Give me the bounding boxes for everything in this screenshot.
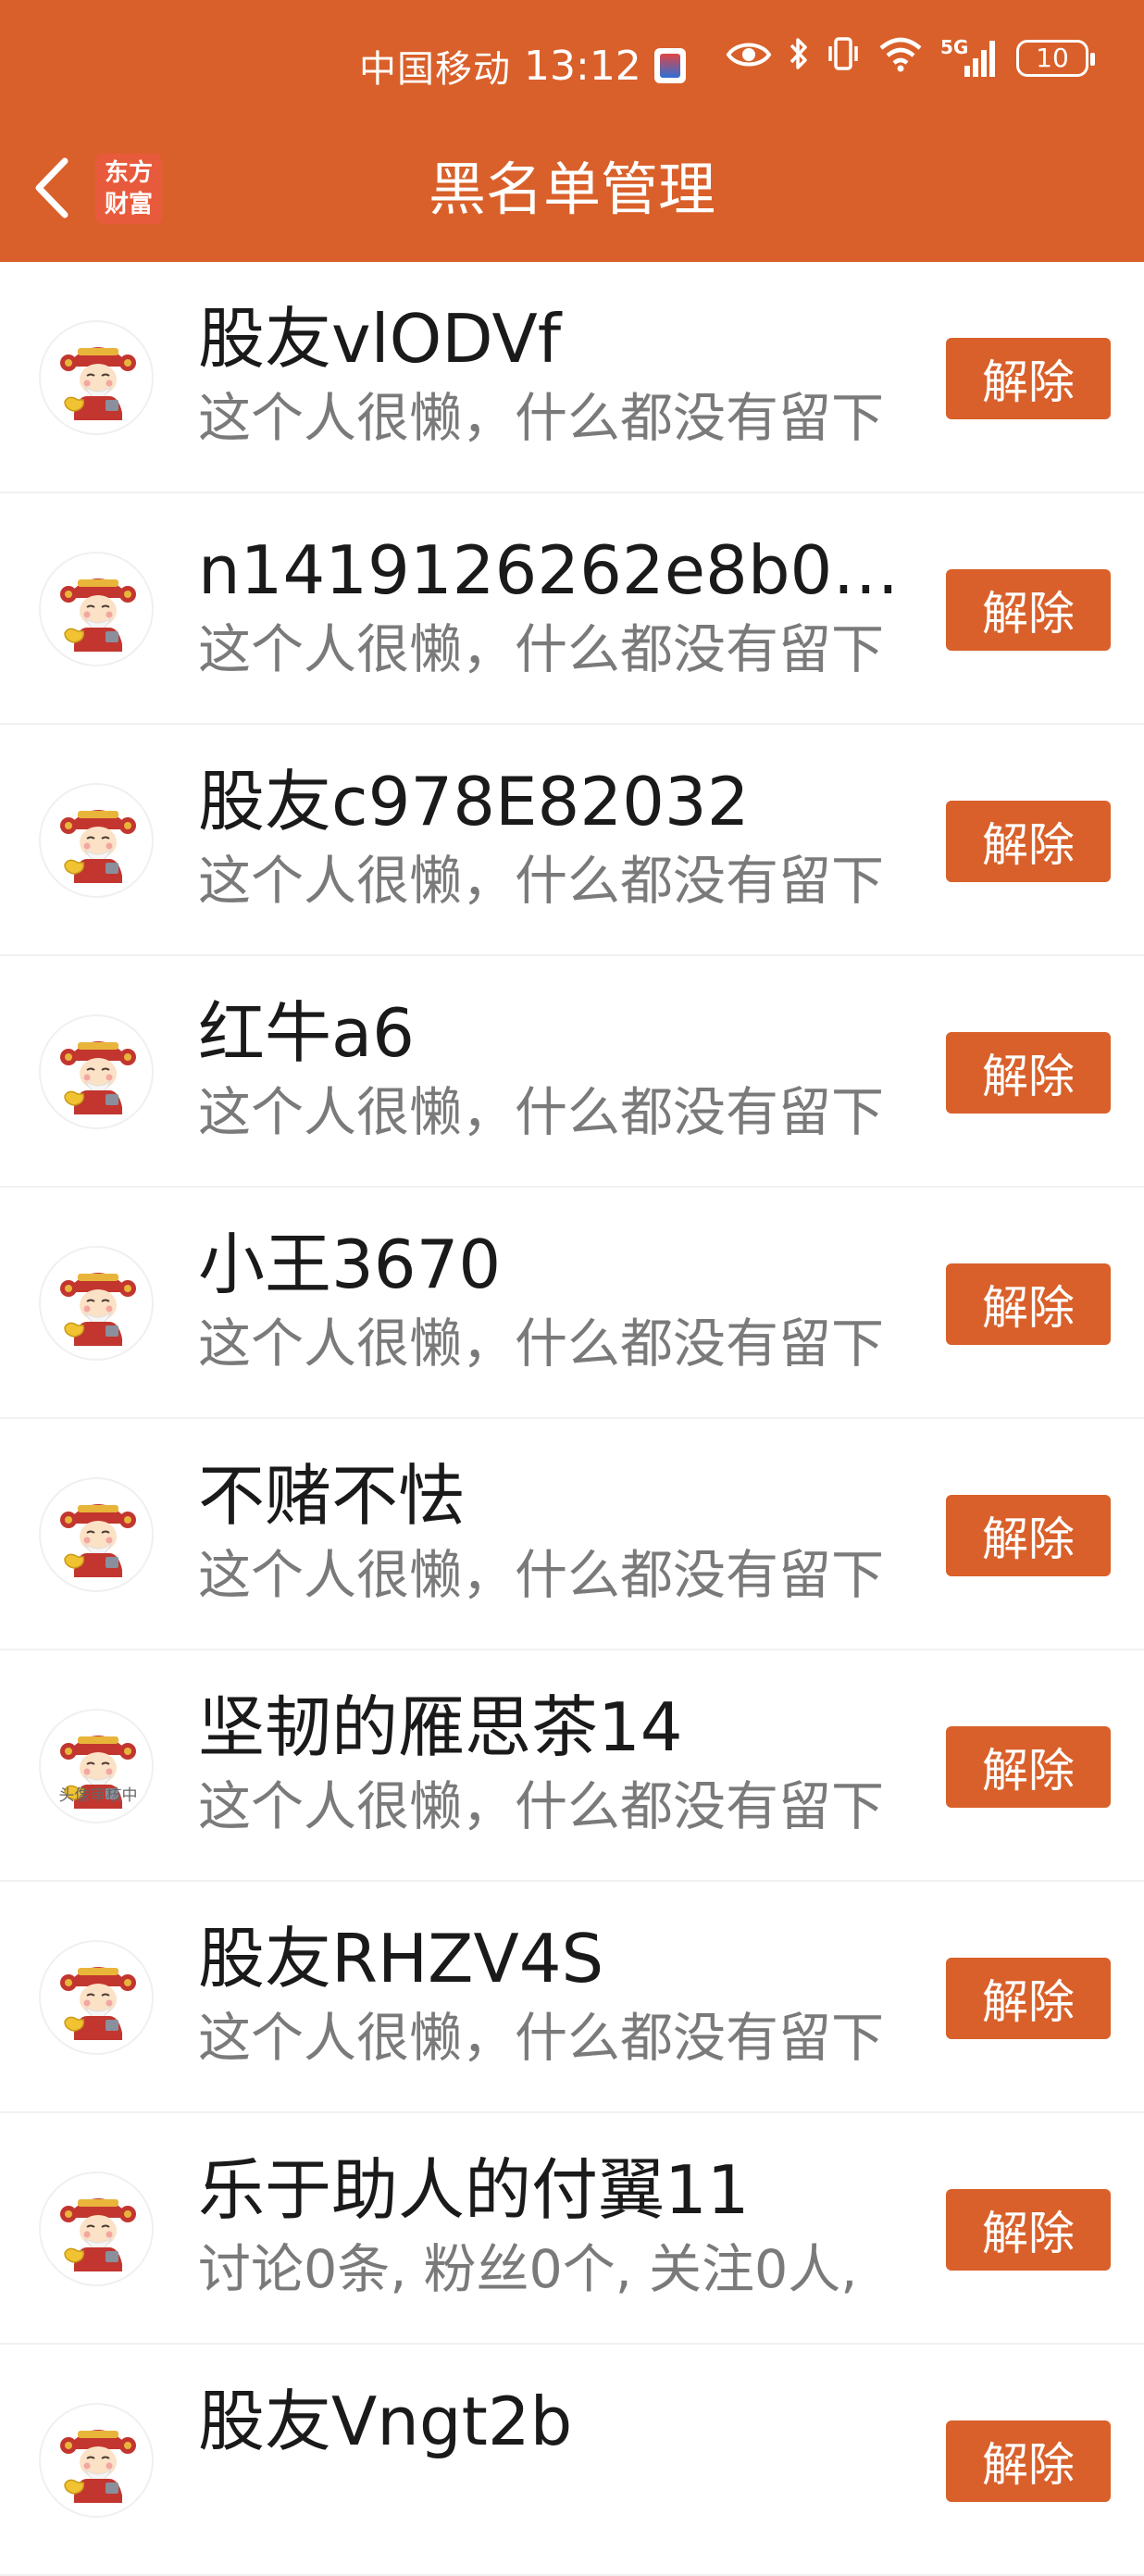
- user-description: 这个人很懒，什么都没有留下: [198, 388, 884, 449]
- logo-text-top: 东方: [104, 159, 153, 187]
- list-item[interactable]: 乐于助人的付翼11 讨论0条, 粉丝0个, 关注0人, 解除: [0, 2113, 1144, 2345]
- list-item[interactable]: 不赌不怯 这个人很懒，什么都没有留下 解除: [0, 1419, 1144, 1650]
- unblock-button[interactable]: 解除: [946, 1495, 1111, 1576]
- user-name[interactable]: 小王3670: [198, 1223, 920, 1306]
- avatar[interactable]: [39, 1940, 154, 2055]
- avatar[interactable]: [39, 2172, 154, 2286]
- user-description: 这个人很懒，什么都没有留下: [198, 1082, 884, 1143]
- wifi-icon: [877, 35, 924, 81]
- user-name[interactable]: 股友Vngt2b: [198, 2380, 920, 2463]
- carrier-label: 中国移动: [359, 48, 511, 91]
- unblock-button[interactable]: 解除: [946, 338, 1111, 419]
- unblock-button[interactable]: 解除: [946, 1032, 1111, 1114]
- user-description: 这个人很懒，什么都没有留下: [198, 851, 884, 912]
- battery-icon: 10: [1016, 40, 1095, 77]
- user-name[interactable]: 股友RHZV4S: [198, 1917, 920, 2000]
- unblock-button[interactable]: 解除: [946, 569, 1111, 651]
- app-header: 中国移动 13:12 5G 10 东方 财富 黑名单管理: [0, 0, 1144, 262]
- bluetooth-icon: [789, 35, 809, 81]
- user-description: 讨论0条, 粉丝0个, 关注0人,: [198, 2239, 858, 2300]
- list-item[interactable]: 小王3670 这个人很懒，什么都没有留下 解除: [0, 1188, 1144, 1419]
- signal-icon: 5G: [940, 36, 1000, 79]
- clock: 13:12: [524, 42, 641, 90]
- avatar[interactable]: [39, 1477, 154, 1592]
- avatar[interactable]: [39, 2403, 154, 2518]
- unblock-button[interactable]: 解除: [946, 1263, 1111, 1345]
- unblock-button[interactable]: 解除: [946, 2420, 1111, 2502]
- app-notification-icon: [653, 48, 686, 83]
- status-right: 5G 10: [726, 35, 1095, 81]
- user-name[interactable]: 股友c978E82032: [198, 760, 920, 843]
- user-description: 这个人很懒，什么都没有留下: [198, 619, 884, 680]
- unblock-button[interactable]: 解除: [946, 2189, 1111, 2271]
- user-name[interactable]: 股友vlODVf: [198, 297, 920, 380]
- user-description: 这个人很懒，什么都没有留下: [198, 1776, 884, 1837]
- user-name[interactable]: 红牛a6: [198, 991, 920, 1075]
- list-item[interactable]: 头像审核中 坚韧的雁思茶14 这个人很懒，什么都没有留下 解除: [0, 1650, 1144, 1882]
- user-name[interactable]: 乐于助人的付翼11: [198, 2148, 920, 2232]
- unblock-button[interactable]: 解除: [946, 801, 1111, 882]
- logo-text-bottom: 财富: [104, 191, 153, 218]
- unblock-button[interactable]: 解除: [946, 1958, 1111, 2039]
- list-item[interactable]: 股友RHZV4S 这个人很懒，什么都没有留下 解除: [0, 1882, 1144, 2113]
- back-button[interactable]: [24, 156, 80, 224]
- network-type-label: 5G: [940, 36, 969, 58]
- chevron-left-icon: [33, 157, 70, 222]
- user-description: 这个人很懒，什么都没有留下: [198, 1313, 884, 1375]
- avatar[interactable]: 头像审核中: [39, 1709, 154, 1823]
- avatar[interactable]: [39, 320, 154, 435]
- status-left: 中国移动 13:12: [359, 39, 686, 93]
- page-title: 黑名单管理: [428, 156, 715, 223]
- avatar[interactable]: [39, 783, 154, 898]
- list-item[interactable]: 红牛a6 这个人很懒，什么都没有留下 解除: [0, 956, 1144, 1188]
- avatar[interactable]: [39, 552, 154, 666]
- vibrate-icon: [826, 35, 861, 81]
- list-item[interactable]: 股友vlODVf 这个人很懒，什么都没有留下 解除: [0, 262, 1144, 493]
- user-name[interactable]: 不赌不怯: [198, 1454, 920, 1537]
- unblock-button[interactable]: 解除: [946, 1726, 1111, 1808]
- user-description: 这个人很懒，什么都没有留下: [198, 2008, 884, 2069]
- list-item[interactable]: 股友Vngt2b 解除: [0, 2345, 1144, 2576]
- list-item[interactable]: n1419126262e8b0f04… 这个人很懒，什么都没有留下 解除: [0, 493, 1144, 725]
- status-bar: 中国移动 13:12 5G 10: [0, 28, 1144, 102]
- user-name[interactable]: n1419126262e8b0f04…: [198, 529, 920, 612]
- avatar[interactable]: [39, 1246, 154, 1361]
- user-description: 这个人很懒，什么都没有留下: [198, 1545, 884, 1606]
- user-name[interactable]: 坚韧的雁思茶14: [198, 1686, 920, 1769]
- nav-bar: 东方 财富 黑名单管理: [0, 139, 1144, 241]
- list-item[interactable]: 股友c978E82032 这个人很懒，什么都没有留下 解除: [0, 725, 1144, 956]
- app-logo[interactable]: 东方 财富: [95, 154, 162, 224]
- blacklist: 股友vlODVf 这个人很懒，什么都没有留下 解除 n1419126262e8b…: [0, 262, 1144, 2576]
- avatar[interactable]: [39, 1014, 154, 1129]
- eye-icon: [726, 37, 772, 80]
- avatar-review-tag: 头像审核中: [58, 1786, 138, 1805]
